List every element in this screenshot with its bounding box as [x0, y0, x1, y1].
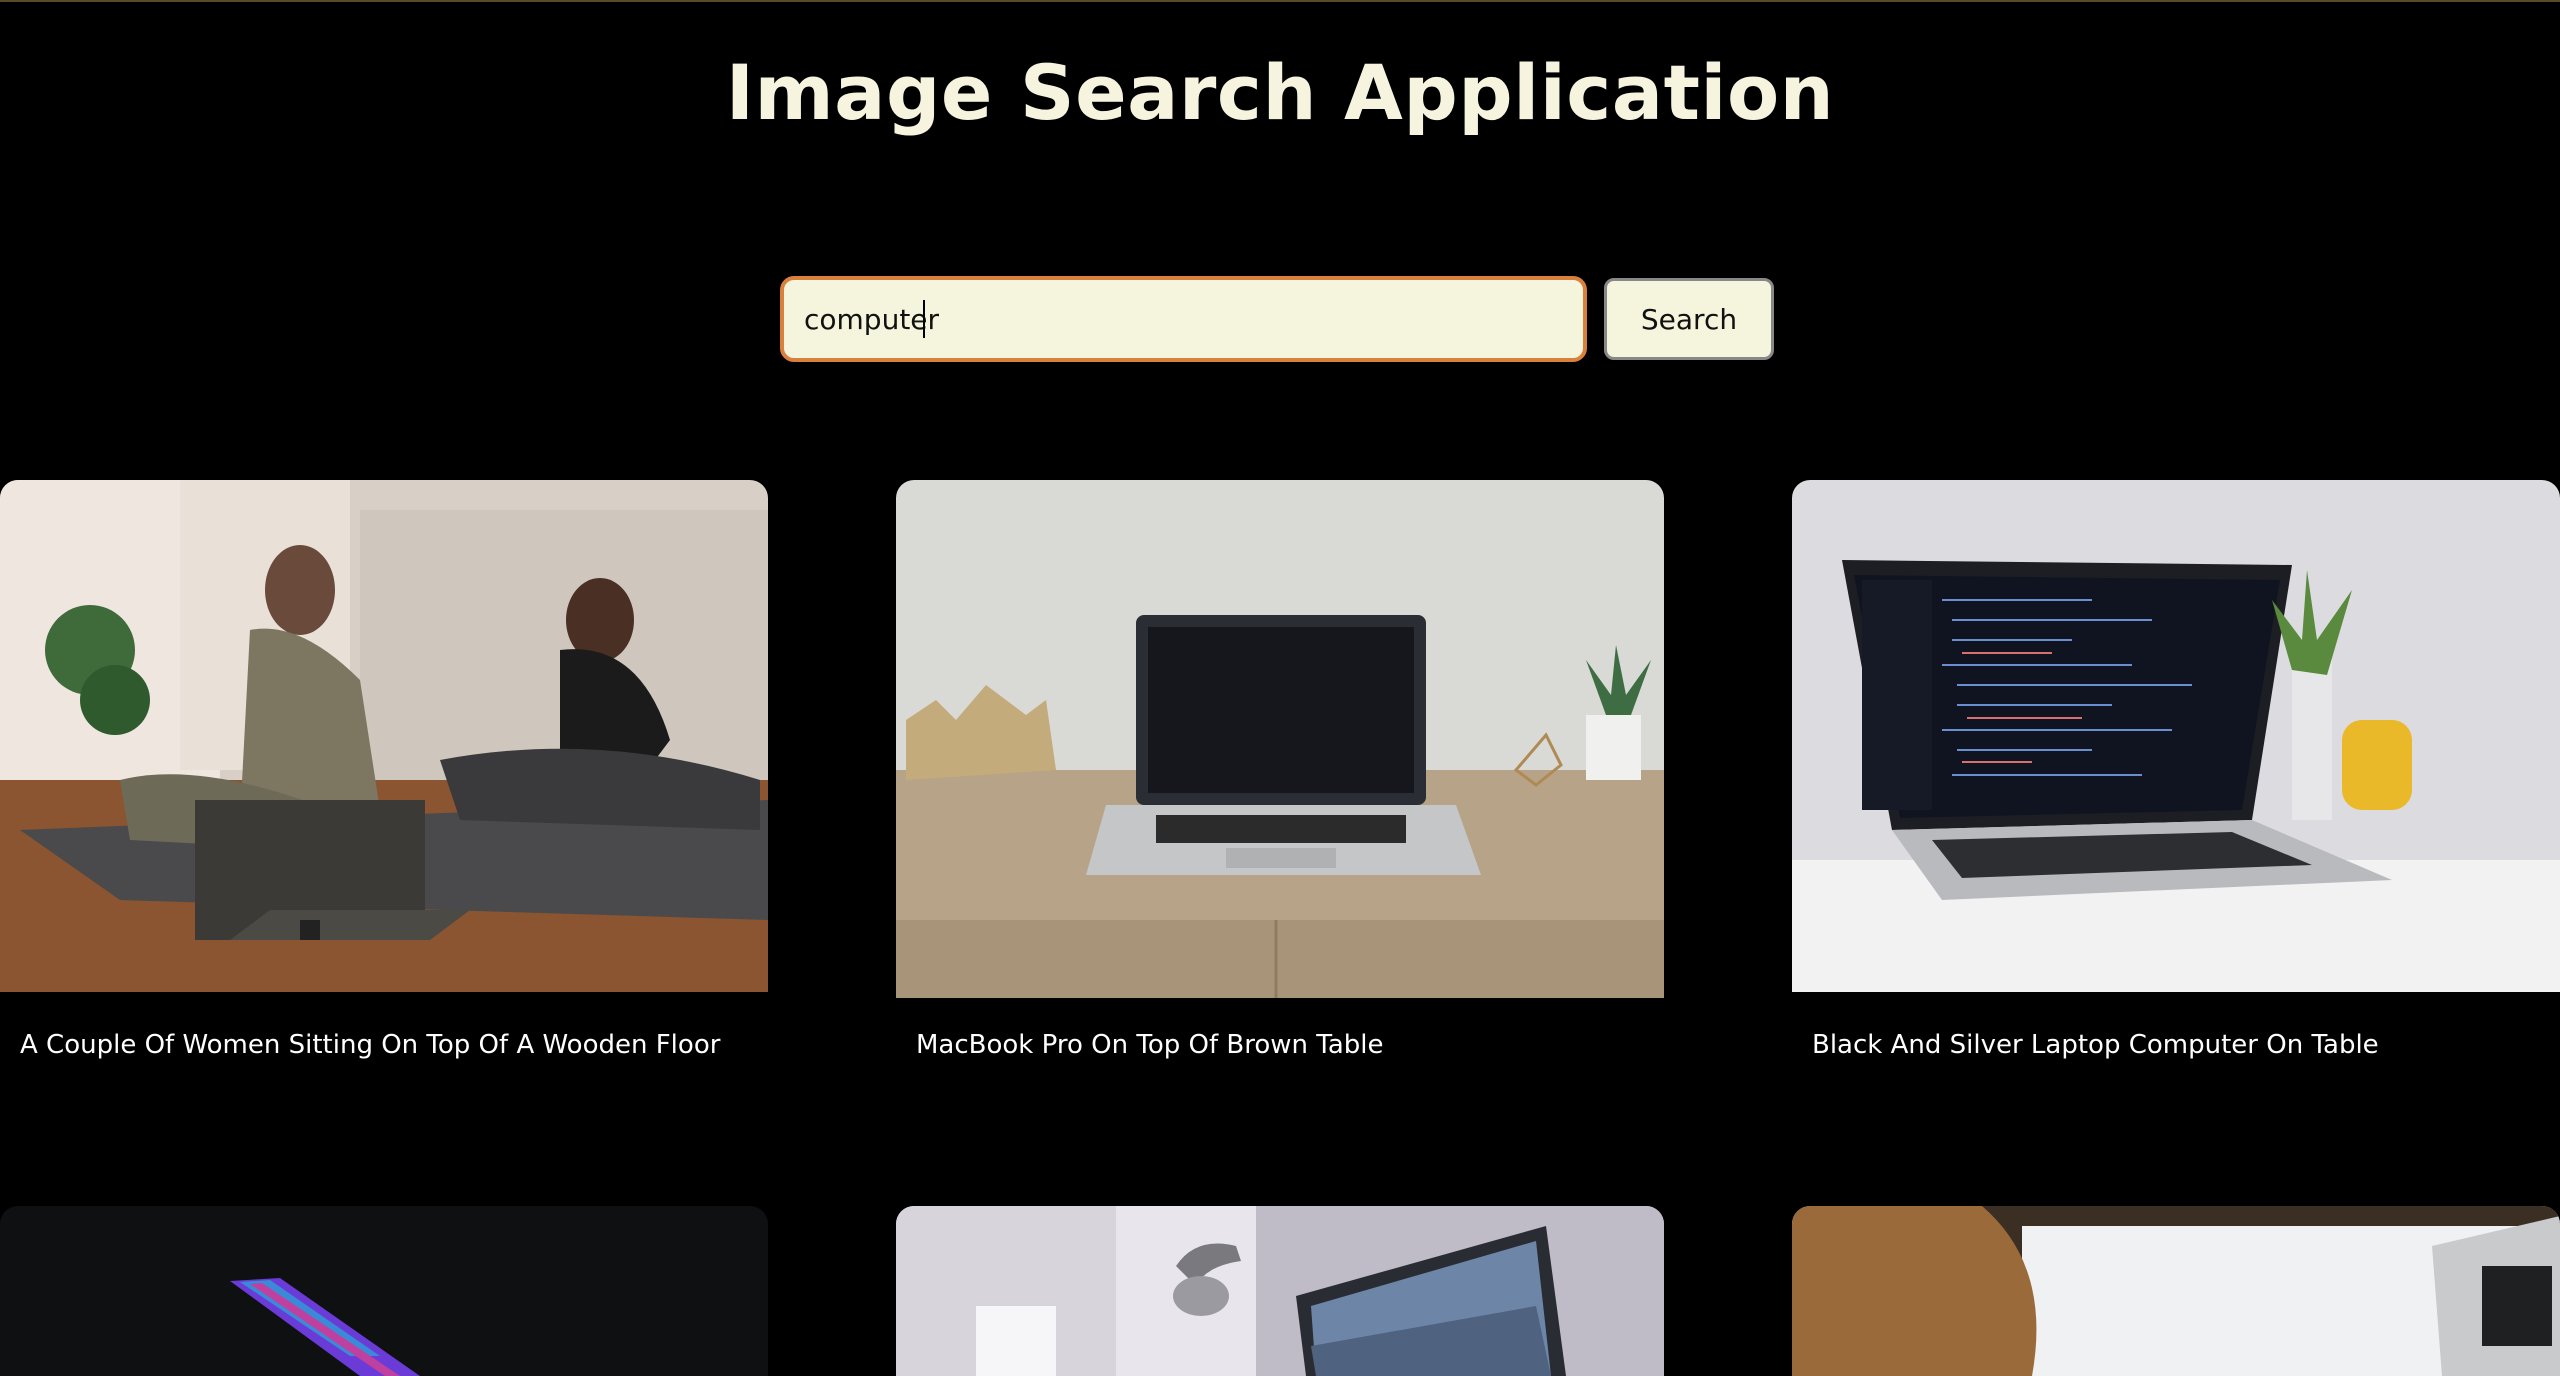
result-card[interactable]: A Couple Of Women Sitting On Top Of A Wo…	[0, 480, 768, 1080]
top-border	[0, 0, 2560, 2]
result-card[interactable]: Black And Silver Laptop Computer On Tabl…	[1792, 480, 2560, 1080]
result-caption: Black And Silver Laptop Computer On Tabl…	[1812, 1030, 2379, 1060]
result-card[interactable]	[0, 1206, 768, 1376]
search-button[interactable]: Search	[1604, 278, 1774, 360]
result-image-macbook-table[interactable]	[896, 480, 1664, 998]
result-image-person-laptop[interactable]	[1792, 1206, 2560, 1376]
result-image-desk-lamp-monitor[interactable]	[896, 1206, 1664, 1376]
result-caption: A Couple Of Women Sitting On Top Of A Wo…	[20, 1030, 721, 1060]
result-card[interactable]	[1792, 1206, 2560, 1376]
page-title: Image Search Application	[725, 48, 1835, 137]
result-image-laptop-code[interactable]	[1792, 480, 2560, 992]
result-image-women-yoga[interactable]	[0, 480, 768, 992]
result-caption: MacBook Pro On Top Of Brown Table	[916, 1030, 1384, 1060]
search-input[interactable]	[780, 276, 1587, 362]
result-card[interactable]	[896, 1206, 1664, 1376]
text-caret	[923, 300, 925, 338]
result-card[interactable]: MacBook Pro On Top Of Brown Table	[896, 480, 1664, 1080]
result-image-dark-abstract[interactable]	[0, 1206, 768, 1376]
